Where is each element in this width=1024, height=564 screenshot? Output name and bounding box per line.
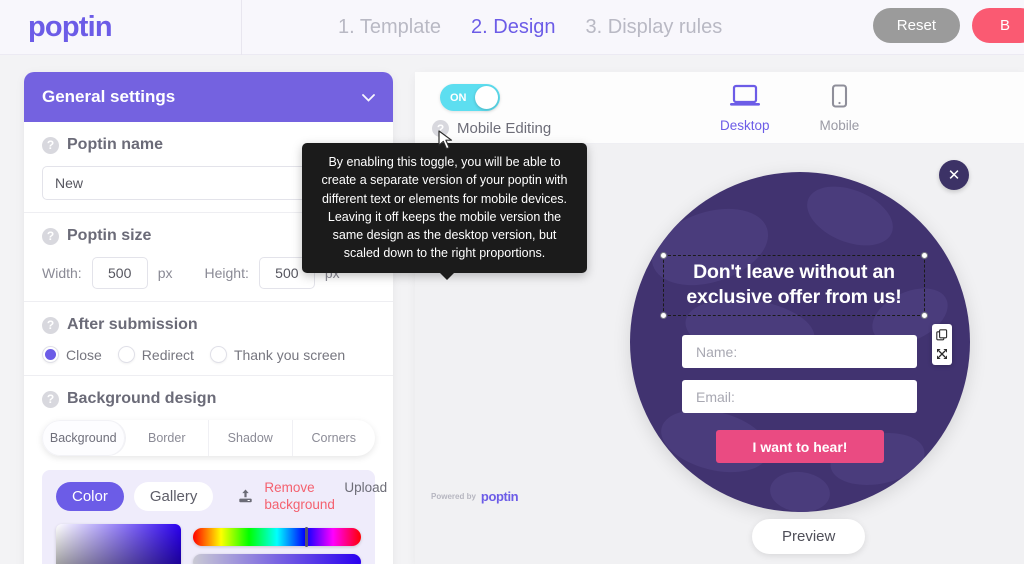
header-actions: Reset B bbox=[872, 8, 1024, 43]
duplicate-icon[interactable] bbox=[936, 329, 948, 341]
help-icon[interactable]: ? bbox=[42, 390, 59, 408]
powered-by-text: Powered by bbox=[431, 492, 476, 501]
help-icon[interactable]: ? bbox=[42, 227, 59, 245]
app-header: poptin 1. Template 2. Design 3. Display … bbox=[0, 0, 1024, 55]
remove-background-link[interactable]: Remove background bbox=[264, 480, 335, 514]
name-field[interactable]: Name: bbox=[682, 335, 917, 368]
background-design-title-row: ? Background design bbox=[42, 390, 375, 408]
help-icon[interactable]: ? bbox=[42, 316, 59, 334]
mobile-editing-toggle-state: ON bbox=[450, 91, 467, 104]
resize-handle-top-left[interactable] bbox=[660, 252, 667, 259]
width-unit: px bbox=[157, 265, 173, 281]
reset-button[interactable]: Reset bbox=[872, 8, 960, 43]
move-icon[interactable] bbox=[936, 348, 948, 360]
general-settings-header[interactable]: General settings bbox=[24, 72, 393, 122]
popup-headline[interactable]: Don't leave without an exclusive offer f… bbox=[666, 260, 922, 311]
tab-border[interactable]: Border bbox=[126, 420, 209, 456]
phone-icon bbox=[828, 84, 850, 114]
toggle-knob[interactable] bbox=[475, 86, 498, 109]
panel-title: General settings bbox=[42, 87, 176, 106]
app-root: poptin 1. Template 2. Design 3. Display … bbox=[0, 0, 1024, 564]
device-desktop-label: Desktop bbox=[720, 118, 770, 133]
mobile-editing-tooltip: By enabling this toggle, you will be abl… bbox=[302, 143, 587, 279]
mobile-editing-control: ON ? Mobile Editing bbox=[432, 84, 552, 137]
upload-icon[interactable] bbox=[237, 488, 254, 505]
color-chip-button[interactable]: Color bbox=[56, 482, 124, 512]
radio-close-indicator[interactable] bbox=[42, 346, 59, 363]
step-design[interactable]: 2. Design bbox=[471, 16, 556, 39]
device-switcher: Desktop Mobile bbox=[720, 84, 859, 133]
alpha-slider[interactable] bbox=[193, 553, 361, 564]
element-toolbar bbox=[932, 324, 952, 365]
gallery-chip-button[interactable]: Gallery bbox=[133, 482, 214, 512]
poptin-size-label: Poptin size bbox=[67, 227, 152, 244]
after-submission-options: Close Redirect Thank you screen bbox=[42, 346, 375, 363]
headline-selection-box[interactable]: Don't leave without an exclusive offer f… bbox=[660, 252, 928, 319]
saturation-value-box[interactable] bbox=[56, 523, 181, 564]
upload-link[interactable]: Upload bbox=[344, 480, 387, 495]
help-icon[interactable]: ? bbox=[42, 136, 59, 154]
radio-close[interactable]: Close bbox=[42, 346, 102, 363]
radio-redirect[interactable]: Redirect bbox=[117, 346, 194, 363]
width-label: Width: bbox=[42, 265, 82, 281]
after-submission-title-row: ? After submission bbox=[42, 316, 375, 334]
canvas-toolbar: ON ? Mobile Editing Desktop Mobile bbox=[415, 72, 1024, 144]
radio-close-label: Close bbox=[66, 346, 102, 363]
poptin-name-label: Poptin name bbox=[67, 136, 164, 153]
device-mobile[interactable]: Mobile bbox=[819, 84, 860, 133]
resize-handle-bottom-left[interactable] bbox=[660, 311, 667, 319]
chevron-down-icon[interactable] bbox=[362, 90, 375, 105]
logo[interactable]: poptin bbox=[0, 0, 242, 55]
after-submission-label: After submission bbox=[67, 316, 198, 333]
preview-button[interactable]: Preview bbox=[752, 519, 866, 554]
popup-preview[interactable]: Don't leave without an exclusive offer f… bbox=[630, 172, 970, 512]
color-picker bbox=[42, 523, 375, 564]
tab-shadow[interactable]: Shadow bbox=[209, 420, 293, 456]
email-field[interactable]: Email: bbox=[682, 380, 917, 413]
mobile-editing-label: Mobile Editing bbox=[457, 120, 552, 137]
resize-handle-top-right[interactable] bbox=[921, 252, 928, 259]
mouse-cursor bbox=[438, 130, 454, 157]
powered-by-badge: Powered by poptin bbox=[431, 489, 519, 504]
laptop-icon bbox=[729, 84, 761, 114]
device-mobile-label: Mobile bbox=[819, 118, 860, 133]
close-icon[interactable]: ✕ bbox=[939, 160, 969, 190]
section-background-design: ? Background design Background Border Sh… bbox=[24, 376, 393, 564]
tab-corners[interactable]: Corners bbox=[293, 420, 376, 456]
cta-button[interactable]: I want to hear! bbox=[716, 430, 884, 463]
hue-slider-handle[interactable] bbox=[305, 526, 308, 547]
radio-thank-you-indicator[interactable] bbox=[209, 346, 227, 363]
background-design-label: Background design bbox=[67, 390, 217, 407]
publish-button[interactable]: B bbox=[971, 8, 1024, 43]
popup-content: Don't leave without an exclusive offer f… bbox=[630, 172, 970, 512]
mobile-editing-toggle[interactable]: ON bbox=[440, 84, 500, 111]
resize-handle-bottom-right[interactable] bbox=[921, 311, 928, 319]
radio-thank-you-label: Thank you screen bbox=[233, 346, 346, 363]
background-source-bar: Color Gallery Remove background Upload bbox=[42, 470, 387, 524]
radio-thank-you-screen[interactable]: Thank you screen bbox=[209, 346, 346, 363]
height-label: Height: bbox=[204, 265, 249, 281]
step-display-rules[interactable]: 3. Display rules bbox=[586, 16, 723, 39]
background-design-tabs: Background Border Shadow Corners bbox=[42, 420, 375, 456]
radio-redirect-label: Redirect bbox=[141, 346, 194, 363]
device-desktop[interactable]: Desktop bbox=[720, 84, 770, 133]
powered-by-logo: poptin bbox=[480, 489, 519, 504]
color-sliders bbox=[193, 524, 361, 564]
step-template[interactable]: 1. Template bbox=[338, 16, 441, 39]
hue-slider[interactable] bbox=[193, 526, 361, 547]
width-input[interactable] bbox=[91, 257, 148, 289]
tab-background[interactable]: Background bbox=[42, 420, 126, 456]
wizard-steps: 1. Template 2. Design 3. Display rules bbox=[338, 16, 722, 39]
logo-text: poptin bbox=[28, 10, 113, 43]
radio-redirect-indicator[interactable] bbox=[117, 346, 135, 363]
section-after-submission: ? After submission Close Redirect Thank … bbox=[24, 302, 393, 376]
